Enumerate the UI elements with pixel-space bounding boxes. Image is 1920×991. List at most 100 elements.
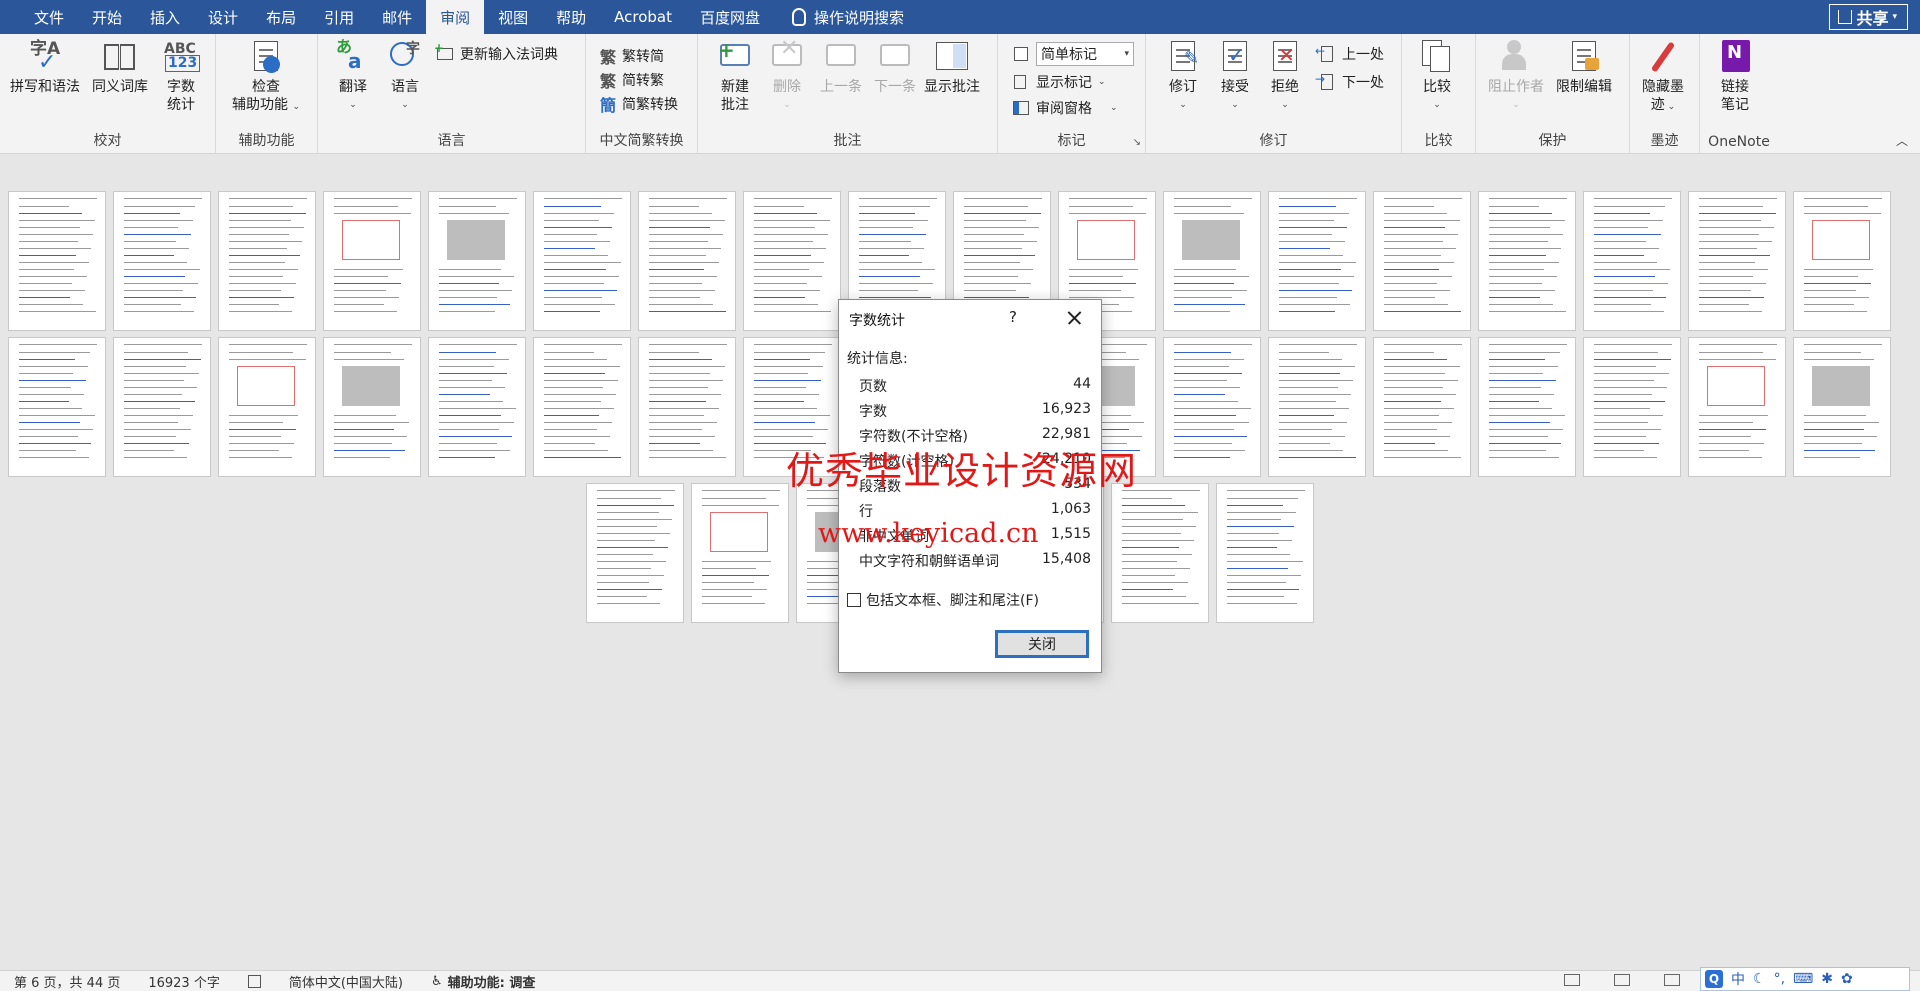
tab-acrobat[interactable]: Acrobat <box>600 0 686 34</box>
previous-comment-button[interactable]: 上一条 <box>820 40 862 96</box>
restrict-editing-button[interactable]: 限制编辑 <box>1556 40 1612 96</box>
accept-button[interactable]: ✓ 接受 ⌄ <box>1218 40 1252 114</box>
tell-me-search[interactable]: 操作说明搜索 <box>774 0 904 34</box>
track-changes-button[interactable]: ✎ 修订 ⌄ <box>1166 40 1200 114</box>
page-thumbnail[interactable] <box>1793 191 1891 331</box>
tab-references[interactable]: 引用 <box>310 0 368 34</box>
page-thumbnail[interactable] <box>1583 337 1681 477</box>
ime-mode[interactable]: 中 <box>1731 969 1745 989</box>
page-thumbnail[interactable] <box>1111 483 1209 623</box>
page-thumbnail[interactable] <box>586 483 684 623</box>
accessibility-status[interactable]: ♿ 辅助功能: 调查 <box>431 972 535 991</box>
page-thumbnail[interactable] <box>8 337 106 477</box>
reviewing-pane-button[interactable]: 审阅窗格 ⌄ <box>1012 98 1118 118</box>
skin-icon[interactable]: ✿ <box>1841 971 1853 987</box>
page-thumbnail[interactable] <box>638 191 736 331</box>
tab-help[interactable]: 帮助 <box>542 0 600 34</box>
page-thumbnail[interactable] <box>323 191 421 331</box>
update-ime-dictionary-button[interactable]: + 更新输入法词典 <box>434 41 558 64</box>
page-thumbnail[interactable] <box>1268 191 1366 331</box>
new-comment-button[interactable]: + 新建 批注 <box>718 40 752 114</box>
page-thumbnail[interactable] <box>1216 483 1314 623</box>
show-comments-button[interactable]: 显示批注 <box>924 40 980 96</box>
word-count-indicator[interactable]: 16923 个字 <box>148 972 220 991</box>
close-icon[interactable] <box>1059 306 1089 330</box>
page-thumbnail[interactable] <box>8 191 106 331</box>
punctuation-icon[interactable]: °, <box>1774 971 1785 987</box>
page-thumbnail[interactable] <box>1478 337 1576 477</box>
page-thumbnail[interactable] <box>1163 191 1261 331</box>
tab-file[interactable]: 文件 <box>20 0 78 34</box>
delete-comment-button[interactable]: ✕ 删除 ⌄ <box>770 38 804 114</box>
moon-icon[interactable]: ☾ <box>1753 971 1766 987</box>
word-count-button[interactable]: ABC 123 字数 统计 <box>164 40 201 114</box>
linked-notes-button[interactable]: N 链接 笔记 <box>1718 40 1752 114</box>
tab-insert[interactable]: 插入 <box>136 0 194 34</box>
help-button[interactable]: ? <box>1009 308 1017 326</box>
chinese-conversion-button[interactable]: 簡 简繁转换 <box>600 92 678 116</box>
page-thumbnail[interactable] <box>428 337 526 477</box>
page-thumbnail[interactable] <box>1478 191 1576 331</box>
spelling-grammar-button[interactable]: 字A ✓ 拼写和语法 <box>10 40 80 96</box>
compare-button[interactable]: 比较 ⌄ <box>1420 40 1454 114</box>
page-thumbnail[interactable] <box>1268 337 1366 477</box>
page-thumbnail[interactable] <box>1688 337 1786 477</box>
page-thumbnail[interactable] <box>533 337 631 477</box>
page-thumbnail[interactable] <box>428 191 526 331</box>
page-thumbnail[interactable] <box>1373 337 1471 477</box>
page-indicator[interactable]: 第 6 页，共 44 页 <box>14 972 120 991</box>
page-thumbnail[interactable] <box>1688 191 1786 331</box>
tab-design[interactable]: 设计 <box>194 0 252 34</box>
page-thumbnail[interactable] <box>1583 191 1681 331</box>
close-button[interactable]: 关闭 <box>995 630 1089 658</box>
tab-mailings[interactable]: 邮件 <box>368 0 426 34</box>
tab-review[interactable]: 审阅 <box>426 0 485 34</box>
dialog-launcher-icon[interactable]: ↘ <box>1133 137 1141 148</box>
reject-button[interactable]: ✕ 拒绝 ⌄ <box>1268 40 1302 114</box>
block-authors-button[interactable]: 阻止作者 ⌄ <box>1488 40 1544 114</box>
translate-button[interactable]: あ a 翻译 ⌄ <box>336 38 370 114</box>
page-thumbnail[interactable] <box>638 337 736 477</box>
tab-layout[interactable]: 布局 <box>252 0 310 34</box>
to-simplified-button[interactable]: 繁 繁转简 <box>600 44 664 68</box>
tab-view[interactable]: 视图 <box>484 0 542 34</box>
read-mode-icon[interactable] <box>1564 974 1580 986</box>
thesaurus-button[interactable]: 同义词库 <box>92 40 148 96</box>
print-layout-icon[interactable] <box>1614 974 1630 986</box>
page-thumbnail[interactable] <box>218 337 316 477</box>
next-comment-button[interactable]: 下一条 <box>874 40 916 96</box>
page-thumbnail[interactable] <box>691 483 789 623</box>
page-thumbnail[interactable] <box>743 191 841 331</box>
page-thumbnail[interactable] <box>323 337 421 477</box>
keyboard-icon[interactable]: ⌨ <box>1793 971 1813 987</box>
page-thumbnail[interactable] <box>218 191 316 331</box>
show-markup-button[interactable]: 显示标记 ⌄ <box>1012 72 1106 92</box>
chevron-down-icon: ⌄ <box>1098 77 1106 87</box>
web-layout-icon[interactable] <box>1664 974 1680 986</box>
include-textboxes-checkbox[interactable]: 包括文本框、脚注和尾注(F) <box>847 590 1039 610</box>
checkbox-box[interactable] <box>847 593 861 607</box>
sogou-ime-icon[interactable]: Q <box>1705 970 1723 988</box>
page-thumbnail[interactable] <box>113 191 211 331</box>
tab-home[interactable]: 开始 <box>78 0 136 34</box>
language-button[interactable]: 字 语言 ⌄ <box>388 40 422 114</box>
check-accessibility-button[interactable]: 检查 辅助功能 ⌄ <box>232 40 300 116</box>
next-change-button[interactable]: → 下一处 <box>1315 72 1384 92</box>
hide-ink-button[interactable]: 隐藏墨 迹 ⌄ <box>1642 40 1684 116</box>
share-button[interactable]: 共享 ▾ <box>1829 4 1908 30</box>
page-thumbnail[interactable] <box>533 191 631 331</box>
page-thumbnail[interactable] <box>113 337 211 477</box>
page-thumbnail[interactable] <box>1373 191 1471 331</box>
tools-icon[interactable]: ✱ <box>1821 971 1833 987</box>
markup-select-box[interactable]: 简单标记 ▾ <box>1036 42 1134 66</box>
tab-baidu-netdisk[interactable]: 百度网盘 <box>686 0 774 34</box>
menu-bar: 文件 开始 插入 设计 布局 引用 邮件 审阅 视图 帮助 Acrobat 百度… <box>0 0 1920 34</box>
markup-display-select[interactable]: 简单标记 ▾ <box>1012 42 1134 66</box>
collapse-ribbon-icon[interactable]: ︿ <box>1896 132 1908 149</box>
page-thumbnail[interactable] <box>1793 337 1891 477</box>
page-thumbnail[interactable] <box>1163 337 1261 477</box>
proofing-status[interactable] <box>247 974 261 988</box>
previous-change-button[interactable]: ← 上一处 <box>1315 44 1384 64</box>
language-indicator[interactable]: 简体中文(中国大陆) <box>289 972 403 991</box>
to-traditional-button[interactable]: 繁 简转繁 <box>600 68 664 92</box>
